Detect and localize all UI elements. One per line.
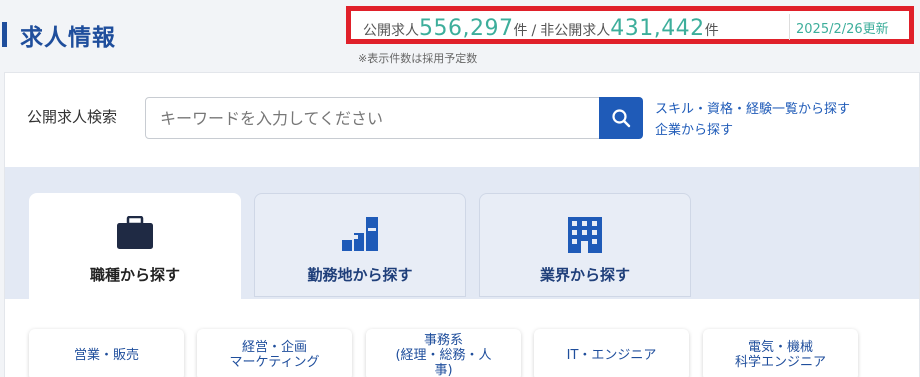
- updated-date: 2025/2/26更新: [789, 14, 895, 40]
- public-jobs-count: 556,297: [419, 16, 514, 41]
- tab-location[interactable]: 勤務地から探す: [254, 193, 466, 297]
- title-accent-bar: [2, 22, 7, 47]
- tab-label: 職種から探す: [89, 266, 180, 284]
- counts-separator: /: [531, 23, 537, 39]
- page-title: 求人情報: [20, 25, 116, 51]
- public-jobs-unit: 件: [513, 23, 528, 39]
- search-panel: 公開求人検索 スキル・資格・経験一覧から探す 企業から探す 職種から探す: [4, 72, 920, 377]
- bar-blocks-icon: [342, 217, 378, 251]
- category-electrical-mechanical[interactable]: 電気・機械 科学エンジニア: [703, 329, 858, 377]
- category-list: 営業・販売 経営・企画 マーケティング 事務系 (経理・総務・人 事) IT・エ…: [5, 299, 919, 377]
- company-search-link[interactable]: 企業から探す: [655, 120, 850, 141]
- building-icon: [568, 217, 602, 253]
- search-links: スキル・資格・経験一覧から探す 企業から探す: [655, 99, 850, 141]
- category-label: 電気・機械 科学エンジニア: [734, 340, 826, 370]
- category-label: 経営・企画 マーケティング: [229, 340, 320, 370]
- search-icon: [612, 109, 631, 128]
- tab-label: 業界から探す: [539, 266, 630, 284]
- search-input[interactable]: [145, 97, 600, 139]
- count-note: ※表示件数は採用予定数: [358, 52, 478, 65]
- category-sales[interactable]: 営業・販売: [29, 329, 184, 377]
- category-label: 事務系 (経理・総務・人 事): [395, 332, 492, 377]
- private-jobs-unit: 件: [704, 23, 719, 39]
- tab-occupation[interactable]: 職種から探す: [29, 193, 241, 299]
- public-jobs-label: 公開求人: [363, 23, 419, 39]
- category-office[interactable]: 事務系 (経理・総務・人 事): [366, 329, 521, 377]
- search-tabs: 職種から探す 勤務地から探す 業界から探す 営業・販売 経営・企画 マーケティン…: [5, 167, 919, 377]
- job-counts-highlight: 公開求人556,297件 / 非公開求人431,442件 2025/2/26更新: [346, 6, 914, 44]
- category-label: 営業・販売: [73, 347, 139, 363]
- search-button[interactable]: [599, 97, 643, 139]
- header: 求人情報 公開求人556,297件 / 非公開求人431,442件 2025/2/2…: [0, 0, 920, 68]
- job-counts: 公開求人556,297件 / 非公開求人431,442件: [363, 16, 719, 41]
- tab-label: 勤務地から探す: [307, 266, 413, 284]
- private-jobs-count: 431,442: [610, 16, 705, 41]
- category-label: IT・エンジニア: [566, 347, 657, 363]
- category-it-engineer[interactable]: IT・エンジニア: [534, 329, 689, 377]
- briefcase-icon: [117, 216, 153, 249]
- skills-list-link[interactable]: スキル・資格・経験一覧から探す: [655, 99, 850, 120]
- category-management-marketing[interactable]: 経営・企画 マーケティング: [197, 329, 352, 377]
- private-jobs-label: 非公開求人: [540, 23, 611, 39]
- tab-industry[interactable]: 業界から探す: [479, 193, 691, 297]
- search-label: 公開求人検索: [27, 108, 118, 126]
